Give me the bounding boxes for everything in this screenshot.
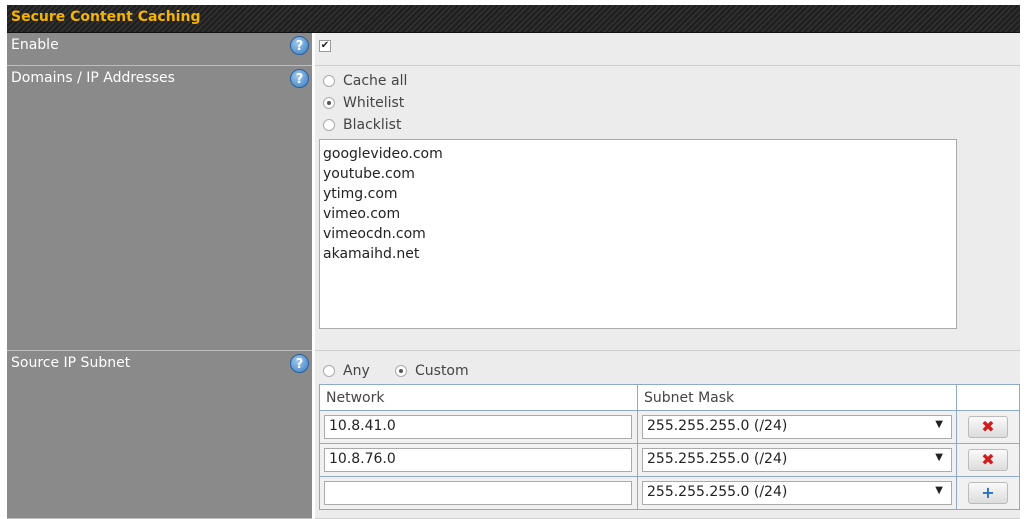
secure-content-caching-panel: Secure Content Caching Enable ? ✔ Domain… [7, 5, 1020, 519]
radio-blacklist-label: Blacklist [343, 117, 402, 133]
domains-label-cell: Domains / IP Addresses ? [7, 66, 312, 351]
delete-row-button[interactable]: ✖ [968, 449, 1008, 471]
enable-checkbox[interactable]: ✔ [319, 40, 331, 52]
domains-row: Domains / IP Addresses ? Cache all White… [7, 66, 1020, 351]
radio-whitelist-label: Whitelist [343, 95, 405, 111]
radio-blacklist[interactable]: Blacklist [323, 117, 401, 137]
subnet-mask-column-header: Subnet Mask [637, 384, 957, 411]
dropdown-arrow-icon: ▼ [935, 419, 943, 430]
network-input[interactable] [324, 481, 632, 505]
source-subnet-row: Source IP Subnet ? Any Custom Network Su… [7, 351, 1020, 519]
enable-label-cell: Enable ? [7, 33, 312, 66]
domains-value-cell: Cache all Whitelist Blacklist googlevide… [315, 66, 1020, 351]
delete-icon: ✖ [981, 450, 995, 469]
radio-custom-circle[interactable] [395, 365, 407, 377]
subnet-mask-value: 255.255.255.0 (/24) [647, 451, 788, 467]
radio-custom[interactable]: Custom [395, 363, 469, 383]
plus-icon: + [981, 483, 995, 502]
radio-cache-all-circle[interactable] [323, 75, 335, 87]
network-column-header: Network [319, 384, 638, 411]
table-row: 255.255.255.0 (/24) ▼ + [319, 476, 1020, 510]
radio-any-circle[interactable] [323, 365, 335, 377]
source-subnet-value-cell: Any Custom Network Subnet Mask 10.8.41.0… [315, 351, 1020, 519]
subnet-mask-value: 255.255.255.0 (/24) [647, 418, 788, 434]
section-title: Secure Content Caching [11, 9, 201, 25]
network-input[interactable]: 10.8.76.0 [324, 448, 632, 472]
enable-value-cell: ✔ [315, 33, 1020, 66]
dropdown-arrow-icon: ▼ [935, 452, 943, 463]
add-row-button[interactable]: + [968, 482, 1008, 504]
domains-label: Domains / IP Addresses [11, 70, 175, 86]
domains-textarea[interactable]: googlevideo.com youtube.com ytimg.com vi… [319, 139, 957, 329]
radio-any[interactable]: Any [323, 363, 370, 383]
help-icon[interactable]: ? [290, 69, 309, 88]
subnet-mask-select[interactable]: 255.255.255.0 (/24) ▼ [642, 481, 952, 505]
radio-custom-label: Custom [415, 363, 469, 379]
source-subnet-label-cell: Source IP Subnet ? [7, 351, 312, 519]
radio-cache-all-label: Cache all [343, 73, 408, 89]
radio-whitelist-circle[interactable] [323, 97, 335, 109]
subnet-table-header: Network Subnet Mask [319, 384, 1020, 411]
section-title-bar: Secure Content Caching [7, 5, 1020, 33]
delete-icon: ✖ [981, 417, 995, 436]
delete-row-button[interactable]: ✖ [968, 416, 1008, 438]
dropdown-arrow-icon: ▼ [935, 485, 943, 496]
network-input[interactable]: 10.8.41.0 [324, 415, 632, 439]
help-icon[interactable]: ? [290, 354, 309, 373]
enable-row: Enable ? ✔ [7, 33, 1020, 66]
help-icon[interactable]: ? [290, 36, 309, 55]
radio-any-label: Any [343, 363, 370, 379]
radio-cache-all[interactable]: Cache all [323, 73, 407, 93]
subnet-mask-value: 255.255.255.0 (/24) [647, 484, 788, 500]
subnet-mask-select[interactable]: 255.255.255.0 (/24) ▼ [642, 415, 952, 439]
table-row: 10.8.76.0 255.255.255.0 (/24) ▼ ✖ [319, 443, 1020, 477]
radio-blacklist-circle[interactable] [323, 119, 335, 131]
radio-whitelist[interactable]: Whitelist [323, 95, 404, 115]
enable-label: Enable [11, 37, 59, 53]
subnet-table: Network Subnet Mask 10.8.41.0 255.255.25… [319, 384, 1020, 510]
subnet-mask-select[interactable]: 255.255.255.0 (/24) ▼ [642, 448, 952, 472]
table-row: 10.8.41.0 255.255.255.0 (/24) ▼ ✖ [319, 410, 1020, 444]
action-column-header [956, 384, 1020, 411]
source-subnet-label: Source IP Subnet [11, 355, 131, 371]
